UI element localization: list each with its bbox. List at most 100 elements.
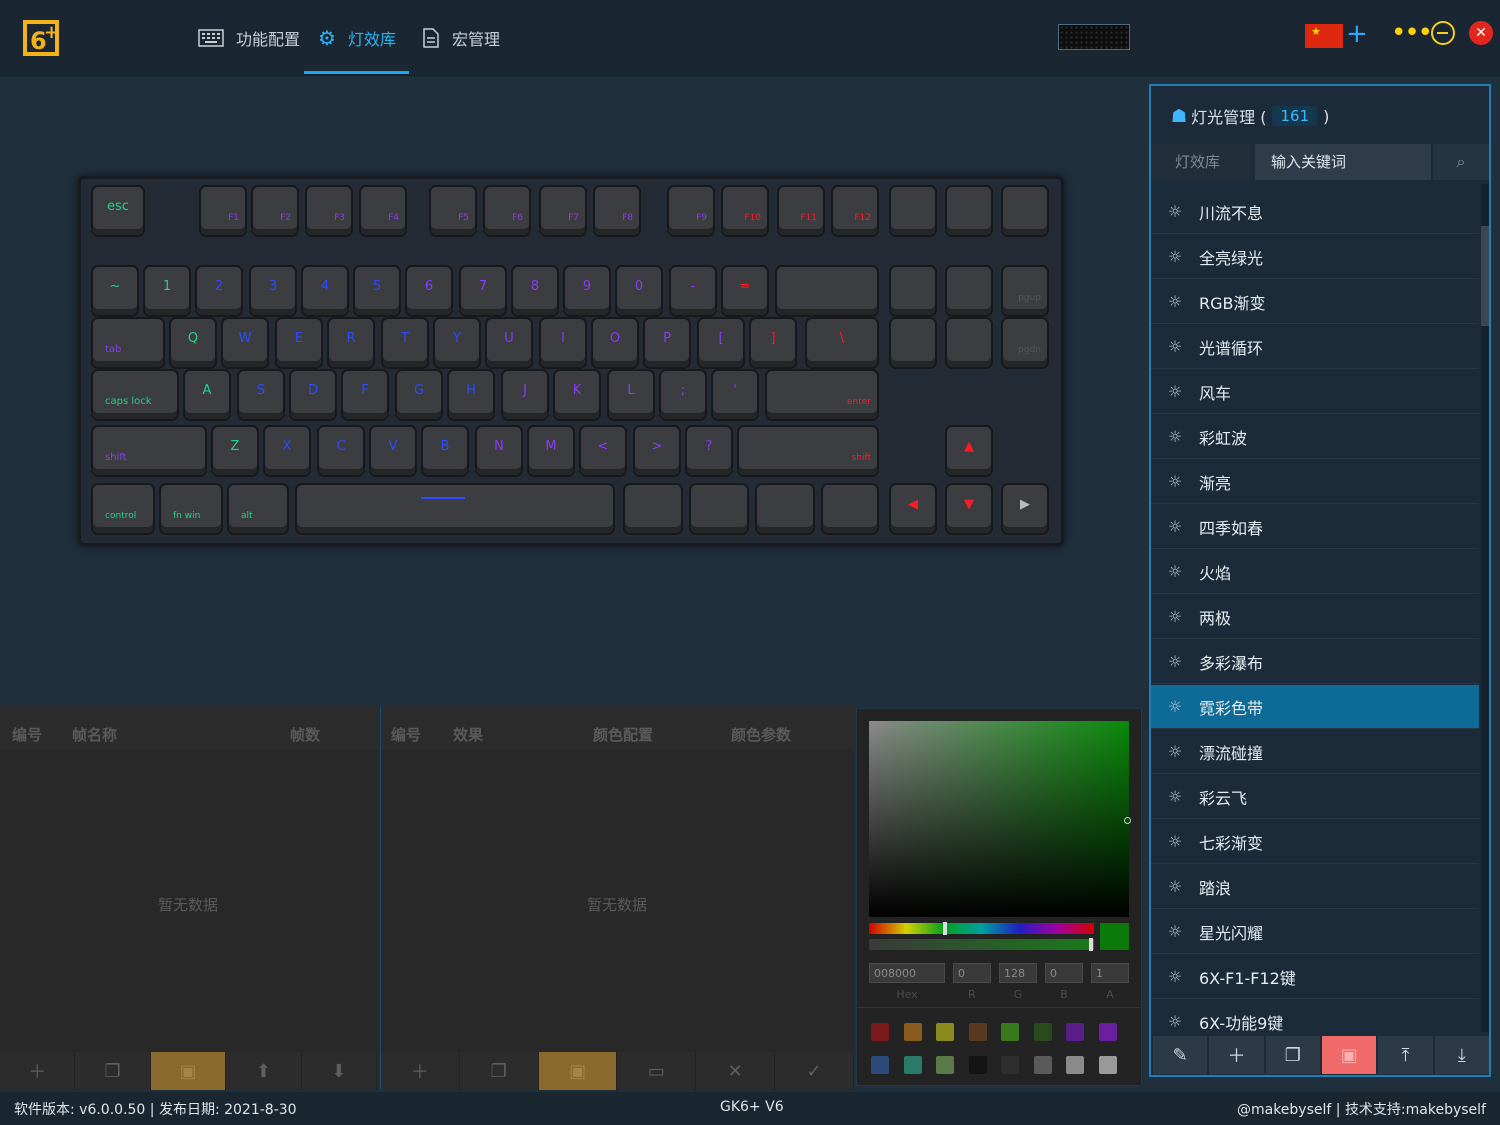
list-item[interactable]: ☼ RGB渐变 [1151,280,1479,324]
key-q[interactable]: Q [171,319,215,367]
key-t[interactable]: T [383,319,427,367]
key-f3[interactable]: F3 [307,187,351,235]
key-backslash[interactable]: \ [807,319,877,367]
key-shift-left[interactable]: shift [93,427,205,475]
key-equal[interactable]: = [723,267,767,315]
import-button[interactable]: ⤓ [1434,1036,1489,1074]
copy-button[interactable]: ❐ [1265,1036,1320,1074]
key-z[interactable]: Z [213,427,257,475]
key-semicolon[interactable]: ; [661,371,705,419]
key-w[interactable]: W [223,319,267,367]
key-j[interactable]: J [503,371,547,419]
key-x[interactable]: X [265,427,309,475]
color-swatch[interactable] [1001,1023,1019,1041]
key-pause[interactable] [1003,187,1047,235]
key-control[interactable]: control [93,485,153,533]
key-p[interactable]: P [645,319,689,367]
key-8[interactable]: 8 [513,267,557,315]
key-d[interactable]: D [291,371,335,419]
key-pgdn[interactable]: pgdn [1003,319,1047,367]
edit-button[interactable]: ✎ [1153,1036,1208,1074]
key-k[interactable]: K [555,371,599,419]
key-f8[interactable]: F8 [595,187,639,235]
key-arrow-down[interactable]: ▼ [947,485,991,533]
key-f12[interactable]: F12 [833,187,877,235]
key-0[interactable]: 0 [617,267,661,315]
delete-button[interactable]: ▣ [1321,1036,1377,1074]
minimize-button[interactable] [1431,21,1455,45]
key-a[interactable]: A [185,371,229,419]
key-fn-right[interactable] [823,485,877,533]
list-item[interactable]: ☼ 火焰 [1151,550,1479,594]
key-g[interactable]: G [397,371,441,419]
color-swatch[interactable] [1098,1056,1117,1074]
key-pgup[interactable]: pgup [1003,267,1047,315]
color-swatch[interactable] [968,1023,987,1041]
add-effect-button[interactable]: ＋ [381,1052,460,1090]
more-icon[interactable]: ••• [1391,20,1433,46]
alpha-slider[interactable] [869,939,1094,950]
key-f9[interactable]: F9 [669,187,713,235]
r-input[interactable] [953,963,991,983]
list-item[interactable]: ☼ 两极 [1151,595,1479,639]
list-item[interactable]: ☼ 漂流碰撞 [1151,730,1479,774]
key-comma[interactable]: < [581,427,625,475]
key-i[interactable]: I [541,319,585,367]
key-minus[interactable]: - [671,267,715,315]
key-o[interactable]: O [593,319,637,367]
list-item[interactable]: ☼ 渐亮 [1151,460,1479,504]
key-alt[interactable]: alt [229,485,287,533]
copy-frame-button[interactable]: ❐ [75,1052,151,1090]
delete-effect-button[interactable]: ▣ [538,1052,618,1090]
key-arrow-right[interactable]: ▶ [1003,485,1047,533]
g-input[interactable] [999,963,1037,983]
list-item[interactable]: ☼ 全亮绿光 [1151,235,1479,279]
key-control-right[interactable] [757,485,813,533]
key-tilde[interactable]: ~ [93,267,137,315]
key-period[interactable]: > [635,427,679,475]
key-y[interactable]: Y [435,319,479,367]
key-7[interactable]: 7 [461,267,505,315]
key-f11[interactable]: F11 [779,187,823,235]
b-input[interactable] [1045,963,1083,983]
add-icon[interactable]: + [1346,20,1368,48]
key-r[interactable]: R [329,319,373,367]
list-item[interactable]: ☼ 6X-F1-F12键 [1151,955,1479,999]
tab-function-config[interactable]: 功能配置 [198,22,300,54]
color-swatch[interactable] [968,1056,987,1074]
saturation-value-area[interactable] [869,721,1129,917]
key-h[interactable]: H [449,371,493,419]
color-swatch[interactable] [871,1056,889,1074]
key-s[interactable]: S [239,371,283,419]
move-down-button[interactable]: ⬇ [302,1052,378,1090]
key-f5[interactable]: F5 [431,187,475,235]
tab-light-library[interactable]: ⚙ 灯效库 [318,22,396,54]
key-b[interactable]: B [423,427,467,475]
sv-handle[interactable] [1124,817,1131,824]
key-enter[interactable]: enter [767,371,877,419]
color-swatch[interactable] [1033,1023,1052,1041]
key-f1[interactable]: F1 [201,187,245,235]
key-9[interactable]: 9 [565,267,609,315]
key-f10[interactable]: F10 [723,187,767,235]
delete-frame-button[interactable]: ▣ [150,1052,227,1090]
key-f6[interactable]: F6 [485,187,529,235]
tab-macro[interactable]: 宏管理 [422,22,500,54]
key-esc[interactable]: esc [93,187,143,235]
list-item[interactable]: ☼ 踏浪 [1151,865,1479,909]
hue-slider[interactable] [869,923,1094,934]
copy-effect-button[interactable]: ❐ [460,1052,539,1090]
key-l[interactable]: L [609,371,653,419]
list-item[interactable]: ☼ 彩云飞 [1151,775,1479,819]
search-input[interactable]: 输入关键词 [1255,144,1431,180]
key-arrow-up[interactable]: ▲ [947,427,991,475]
key-end[interactable] [947,319,991,367]
color-swatch[interactable] [936,1023,954,1041]
key-backspace[interactable] [777,267,877,315]
key-n[interactable]: N [477,427,521,475]
key-v[interactable]: V [371,427,415,475]
tab-light-library[interactable]: 灯效库 [1151,144,1251,180]
list-item[interactable]: ☼ 风车 [1151,370,1479,414]
key-insert[interactable] [891,267,935,315]
list-item[interactable]: ☼ 光谱循环 [1151,325,1479,369]
